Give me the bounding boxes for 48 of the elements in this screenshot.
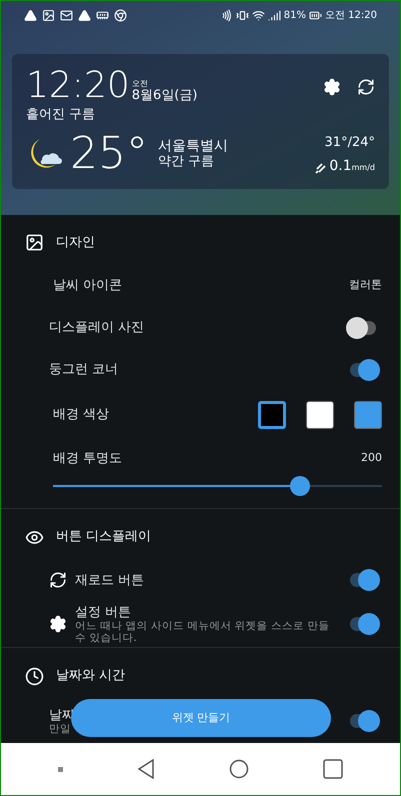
- row-label: 둥그런 코너: [49, 362, 118, 377]
- create-widget-button[interactable]: 위젯 만들기: [71, 699, 331, 737]
- clock-icon: [25, 666, 44, 686]
- refresh-icon[interactable]: [357, 78, 375, 96]
- clock-time: 12:20: [26, 68, 130, 104]
- rain-icon: [315, 162, 328, 174]
- slider-thumb[interactable]: [290, 476, 310, 496]
- row-label: 날씨 아이콘: [53, 276, 122, 295]
- signal-icon: [268, 8, 281, 22]
- section-title: 버튼 디스플레이: [56, 528, 152, 546]
- row-description: 만일: [49, 722, 72, 734]
- recents-icon[interactable]: [323, 759, 343, 779]
- vibrate-icon: [236, 8, 249, 22]
- battery-icon: [309, 8, 322, 22]
- back-icon[interactable]: [137, 759, 155, 779]
- row-label: 디스플레이 사진: [49, 320, 144, 335]
- section-title: 디자인: [56, 234, 95, 252]
- mail-icon: [60, 8, 73, 22]
- section-title: 날짜와 시간: [56, 667, 126, 686]
- warning-icon: [78, 8, 91, 22]
- row-value: 200: [361, 450, 382, 466]
- color-swatch[interactable]: [306, 400, 334, 428]
- row-label: 배경 투명도: [53, 450, 122, 468]
- browser-icon: [114, 8, 127, 22]
- rain-amount: 0.1: [329, 158, 352, 174]
- home-icon[interactable]: [229, 759, 249, 779]
- city-condition: 약간 구름: [158, 154, 216, 169]
- row-value: 컬러톤: [349, 277, 382, 294]
- wifi-icon: [252, 8, 265, 22]
- row-description: 어느 때나 앱의 사이드 메뉴에서 위젯을 스스로 만들 수 있습니다.: [75, 620, 330, 644]
- status-time: 오전 12:20: [325, 8, 377, 22]
- color-swatch[interactable]: [258, 400, 286, 428]
- row-label: 설정 버튼: [75, 604, 132, 620]
- row-label: 배경 색상: [53, 406, 110, 424]
- am-pm-label: 오전: [132, 79, 149, 88]
- high-low-temperature: 31°/24°: [324, 134, 375, 152]
- image-icon: [25, 233, 44, 252]
- date-label: 8월6일(금): [132, 88, 198, 104]
- temperature: 25°: [70, 130, 148, 176]
- rain-unit: mm/d: [352, 162, 375, 174]
- image-icon: [42, 8, 55, 22]
- battery-percent: 81%: [284, 8, 306, 22]
- color-swatch[interactable]: [354, 400, 382, 428]
- refresh-icon: [49, 571, 67, 589]
- row-label: 재로드 버튼: [75, 572, 144, 588]
- warning-icon: [24, 8, 37, 22]
- weather-condition: 흩어진 구름: [26, 106, 96, 124]
- city-name: 서울특별시: [158, 138, 228, 154]
